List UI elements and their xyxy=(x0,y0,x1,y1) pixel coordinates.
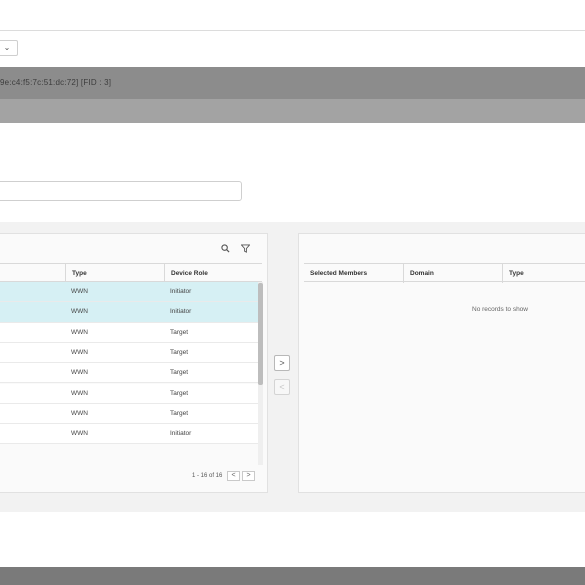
empty-message: No records to show xyxy=(472,306,528,313)
column-header-type[interactable]: Type xyxy=(65,264,164,283)
fabric-dropdown[interactable]: ⌄ xyxy=(0,40,18,56)
row-type: WWN xyxy=(71,430,88,438)
table-row[interactable]: WWN Target xyxy=(0,403,262,425)
prev-page-button[interactable]: < xyxy=(227,471,240,481)
row-type: WWN xyxy=(71,288,88,295)
table-row[interactable]: WWN Target xyxy=(0,383,262,404)
chevron-down-icon: ⌄ xyxy=(3,43,11,52)
table-row[interactable]: WWN Target xyxy=(0,363,262,384)
row-device-role: Target xyxy=(170,409,189,417)
table-row[interactable]: WWN Target xyxy=(0,342,262,364)
row-device-role: Target xyxy=(170,389,189,397)
top-area xyxy=(0,0,585,31)
row-type: WWN xyxy=(71,409,88,417)
next-page-button[interactable]: > xyxy=(242,471,255,481)
scrollbar-thumb[interactable] xyxy=(258,283,263,385)
selected-table-header: Selected Members Domain Type xyxy=(304,263,585,283)
row-device-role: Target xyxy=(170,369,189,377)
table-row[interactable]: WWN Target xyxy=(0,322,262,343)
row-type: WWN xyxy=(71,328,88,336)
filter-icon[interactable] xyxy=(240,244,251,256)
column-header-selected-members[interactable]: Selected Members xyxy=(304,264,403,283)
search-icon[interactable] xyxy=(221,244,230,256)
row-device-role: Initiator xyxy=(170,308,192,316)
zone-name-input[interactable] xyxy=(0,181,242,201)
table-row[interactable]: WWN Initiator xyxy=(0,282,262,303)
remove-member-button[interactable]: < xyxy=(274,379,290,395)
table-row[interactable]: WWN Initiator xyxy=(0,302,262,323)
row-type: WWN xyxy=(71,389,88,397)
column-header-domain[interactable]: Domain xyxy=(403,264,502,283)
section-title: 9e:c4:f5:7c:51:dc:72] [FID : 3] xyxy=(0,78,112,87)
available-table-header: Type Device Role xyxy=(0,263,262,283)
row-type: WWN xyxy=(71,369,88,377)
row-device-role: Initiator xyxy=(170,288,192,295)
table-row[interactable]: WWN Initiator xyxy=(0,424,262,445)
row-device-role: Target xyxy=(170,348,189,356)
section-header: 9e:c4:f5:7c:51:dc:72] [FID : 3] xyxy=(0,67,585,99)
section-subheader xyxy=(0,99,585,123)
column-header-type[interactable]: Type xyxy=(502,264,585,283)
row-type: WWN xyxy=(71,348,88,356)
row-type: WWN xyxy=(71,308,88,316)
footer-bar xyxy=(0,567,585,585)
pager-summary: 1 - 16 of 16 xyxy=(192,473,223,479)
row-device-role: Initiator xyxy=(170,430,192,438)
row-device-role: Target xyxy=(170,328,189,336)
column-header-device-role[interactable]: Device Role xyxy=(164,264,262,283)
add-member-button[interactable]: > xyxy=(274,355,290,371)
